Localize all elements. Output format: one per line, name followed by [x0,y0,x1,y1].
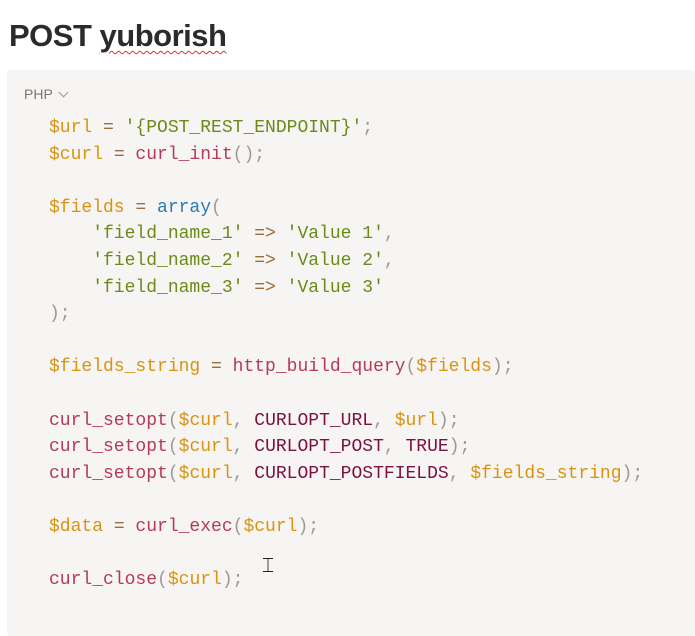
code-string: 'field_name_2' [49,250,244,271]
code-function: curl_init [135,144,233,165]
code-line: 'field_name_3' => 'Value 3' [49,275,643,302]
code-punctuation: (); [232,144,266,165]
code-punctuation: ( [157,570,168,591]
code-variable: $url [49,118,93,138]
code-variable: $url [394,410,438,431]
code-line: $url = '{POST_REST_ENDPOINT}'; [49,115,643,142]
code-line: curl_setopt($curl, CURLOPT_POSTFIELDS, $… [49,461,643,488]
code-operator: = [103,516,136,537]
code-block[interactable]: PHP $url = '{POST_REST_ENDPOINT}'; $curl … [7,70,695,636]
code-operator: = [200,357,233,378]
code-constant: CURLOPT_POST [254,437,384,458]
code-line: curl_setopt($curl, CURLOPT_POST, TRUE); [49,434,643,461]
code-string: '{POST_REST_ENDPOINT}' [124,118,363,138]
title-word-post: POST [9,18,92,53]
code-line: curl_close($curl); [49,567,643,594]
code-line: $curl = curl_init(); [49,142,643,169]
code-operator: = [103,144,136,165]
code-punctuation: ; [362,118,374,138]
code-function: curl_setopt [49,437,168,458]
code-punctuation: ( [211,197,222,218]
code-variable: $fields_string [49,357,201,378]
code-constant: CURLOPT_URL [254,410,374,431]
code-punctuation: , [232,410,255,431]
code-punctuation: , [232,437,255,458]
code-punctuation: ( [232,516,244,537]
code-punctuation: , [383,224,395,245]
code-function: curl_exec [135,516,233,537]
code-function: curl_setopt [49,463,168,484]
language-label: PHP [24,86,53,102]
code-variable: $curl [243,516,298,537]
code-operator: = [124,197,158,218]
code-variable: $fields_string [470,463,622,484]
code-variable: $curl [178,437,233,458]
code-variable: $fields [49,197,125,218]
code-variable: $curl [178,410,233,431]
code-punctuation: , [448,463,471,484]
code-constant: TRUE [405,437,449,458]
code-line: 'field_name_1' => 'Value 1', [49,221,643,248]
code-line: $fields = array( [49,195,643,222]
code-operator: => [243,277,287,298]
code-string: 'Value 1' [286,224,384,245]
code-variable: $data [49,516,104,537]
code-keyword: array [157,197,212,218]
code-string: 'Value 3' [286,277,384,298]
code-punctuation: , [373,410,395,431]
title-word-misspelled: yuborish [99,18,227,53]
code-punctuation: ); [448,437,471,458]
code-line: ); [49,301,643,328]
code-variable: $fields [416,357,492,378]
code-line: $fields_string = http_build_query($field… [49,354,643,381]
code-punctuation: ( [405,357,417,378]
code-punctuation: , [232,463,255,484]
code-punctuation: ); [491,357,514,378]
code-function: curl_close [49,570,158,591]
code-operator: => [243,224,287,245]
language-selector[interactable]: PHP [24,86,69,102]
code-content[interactable]: $url = '{POST_REST_ENDPOINT}'; $curl = cu… [49,115,643,594]
code-operator: = [92,118,125,138]
code-punctuation: , [383,250,395,271]
text-cursor-icon: ⌶ [262,553,274,577]
code-variable: $curl [167,570,222,591]
code-punctuation: ( [167,437,179,458]
code-function: http_build_query [232,357,406,378]
chevron-down-icon [58,87,69,98]
code-line: curl_setopt($curl, CURLOPT_URL, $url); [49,408,643,435]
code-punctuation: , [383,437,406,458]
code-punctuation: ( [167,463,179,484]
code-line: $data = curl_exec($curl); [49,514,643,541]
code-string: 'field_name_1' [49,224,244,245]
code-constant: CURLOPT_POSTFIELDS [254,463,449,484]
code-line: 'field_name_2' => 'Value 2', [49,248,643,275]
code-punctuation: ); [621,463,644,484]
code-punctuation: ); [437,410,460,431]
code-punctuation: ( [167,410,179,431]
code-punctuation: ); [297,516,320,537]
code-string: 'Value 2' [286,250,384,271]
code-operator: => [243,250,287,271]
code-variable: $curl [49,144,104,165]
code-function: curl_setopt [49,410,168,431]
code-punctuation: ); [221,570,244,591]
code-variable: $curl [178,463,233,484]
code-string: 'field_name_3' [49,277,244,298]
code-punctuation: ); [49,304,71,325]
page-title[interactable]: POST yuborish [9,18,227,54]
